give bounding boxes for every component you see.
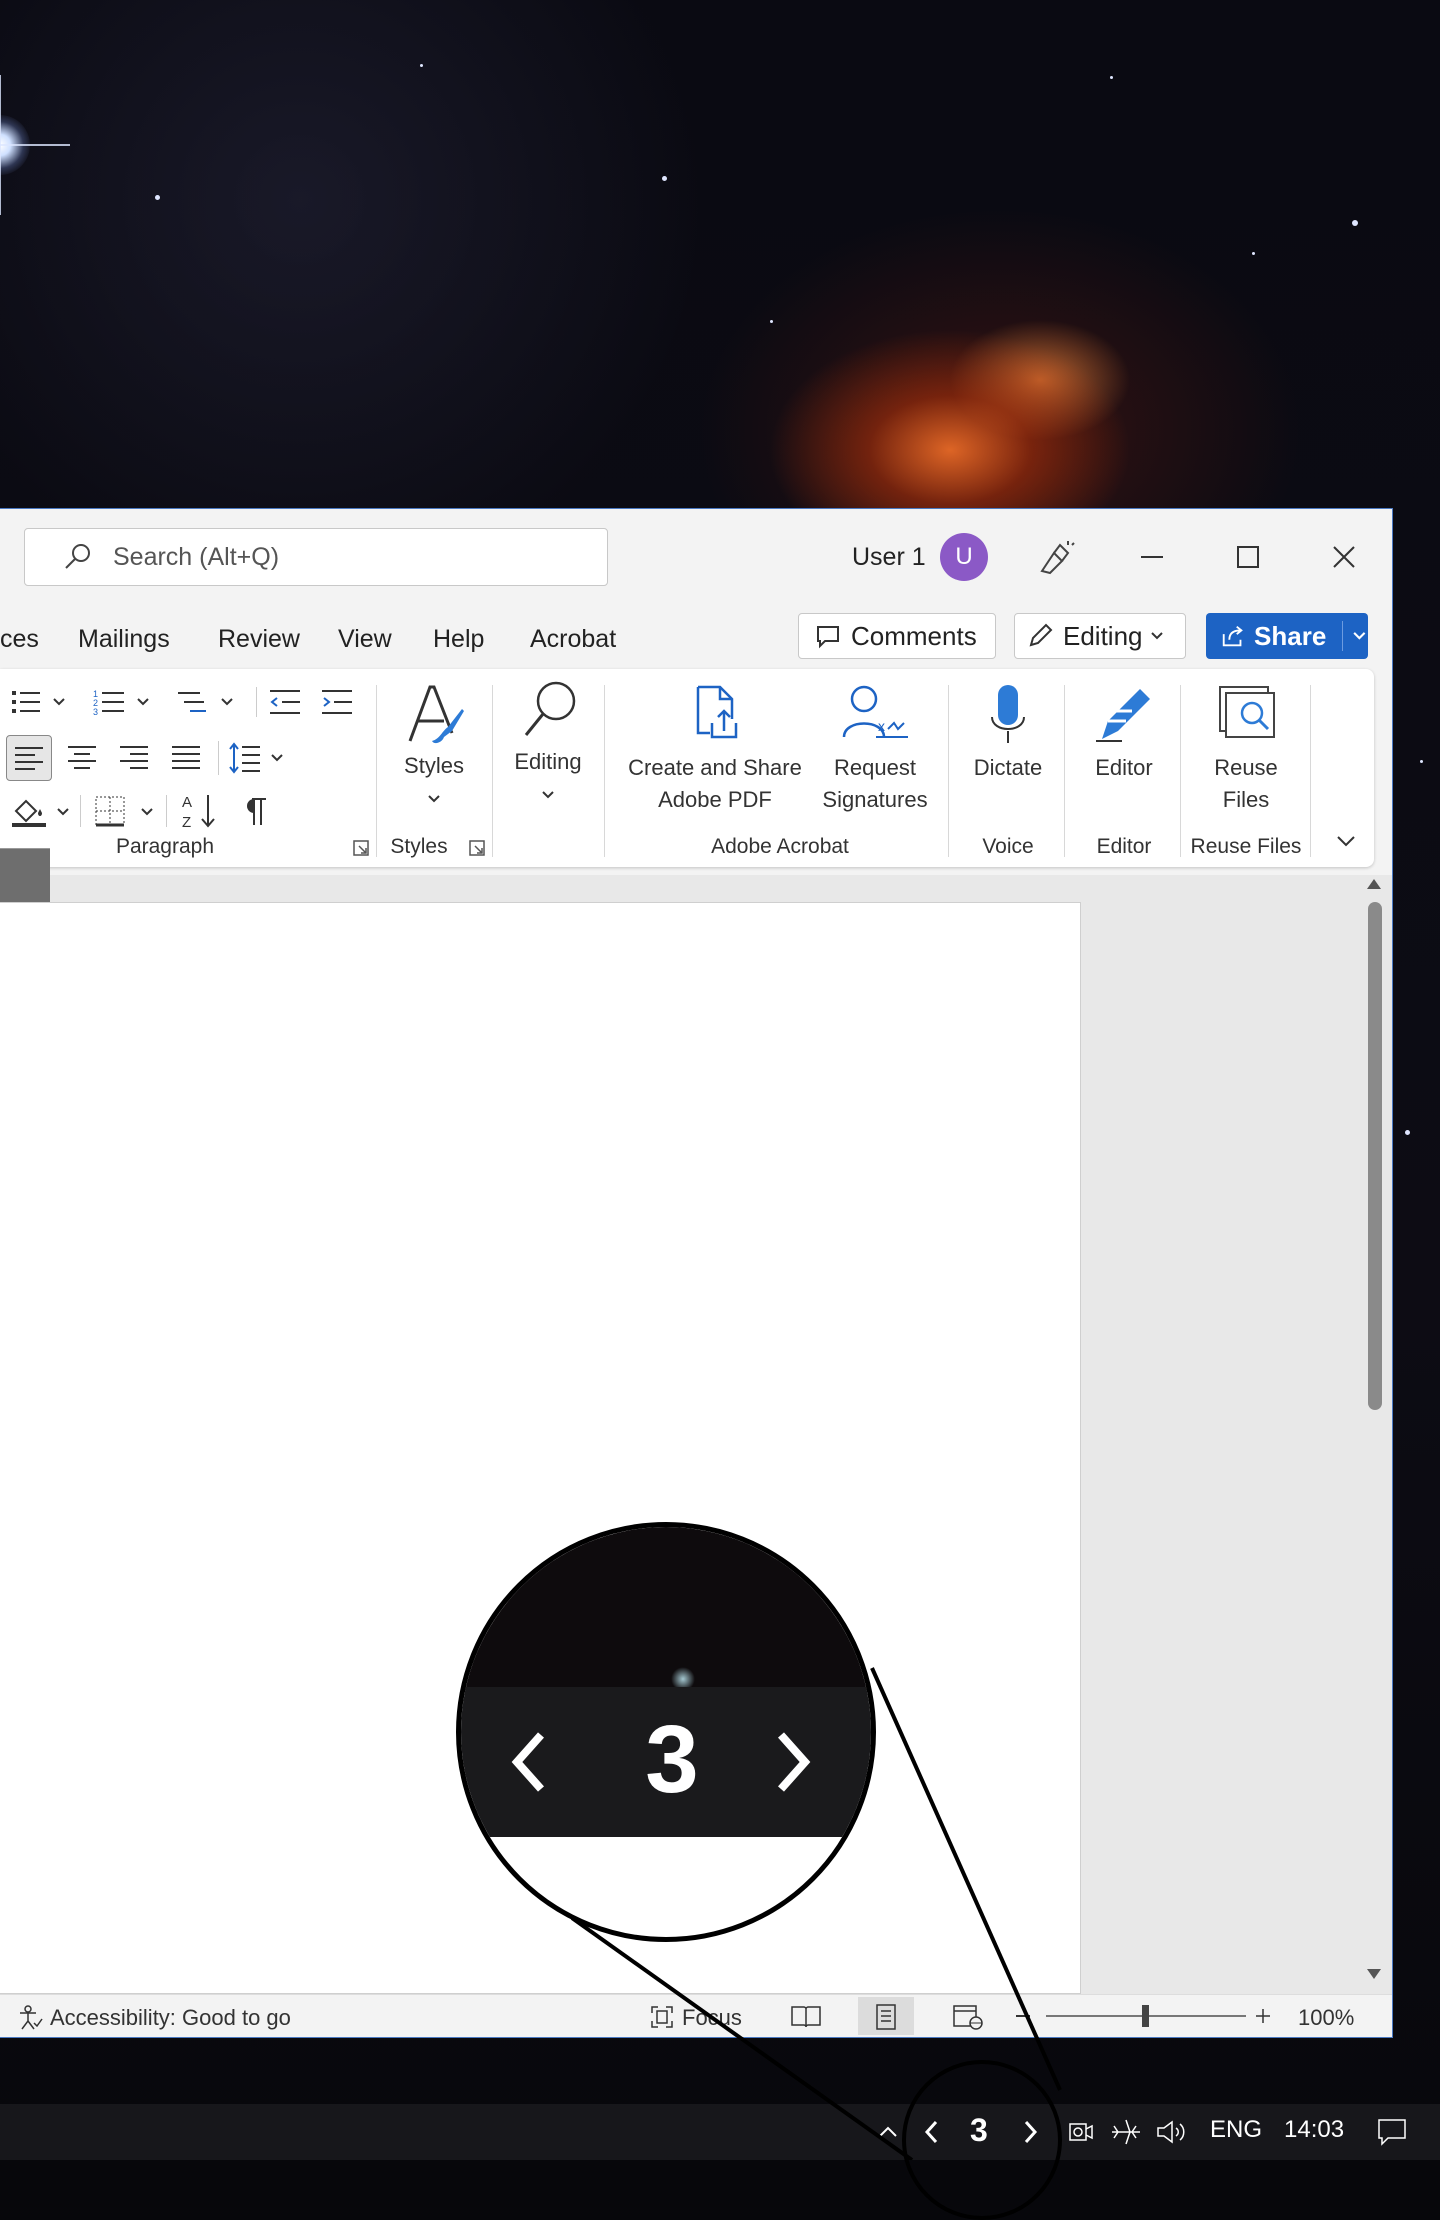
magnifier-lens: 3 — [456, 1522, 876, 1942]
magnified-next-icon — [778, 1732, 811, 1792]
magnified-wallpaper — [461, 1527, 871, 1692]
magnified-desktop-number: 3 — [645, 1706, 699, 1813]
magnified-previous-icon — [511, 1732, 544, 1792]
magnifier-source-circle — [902, 2060, 1062, 2220]
